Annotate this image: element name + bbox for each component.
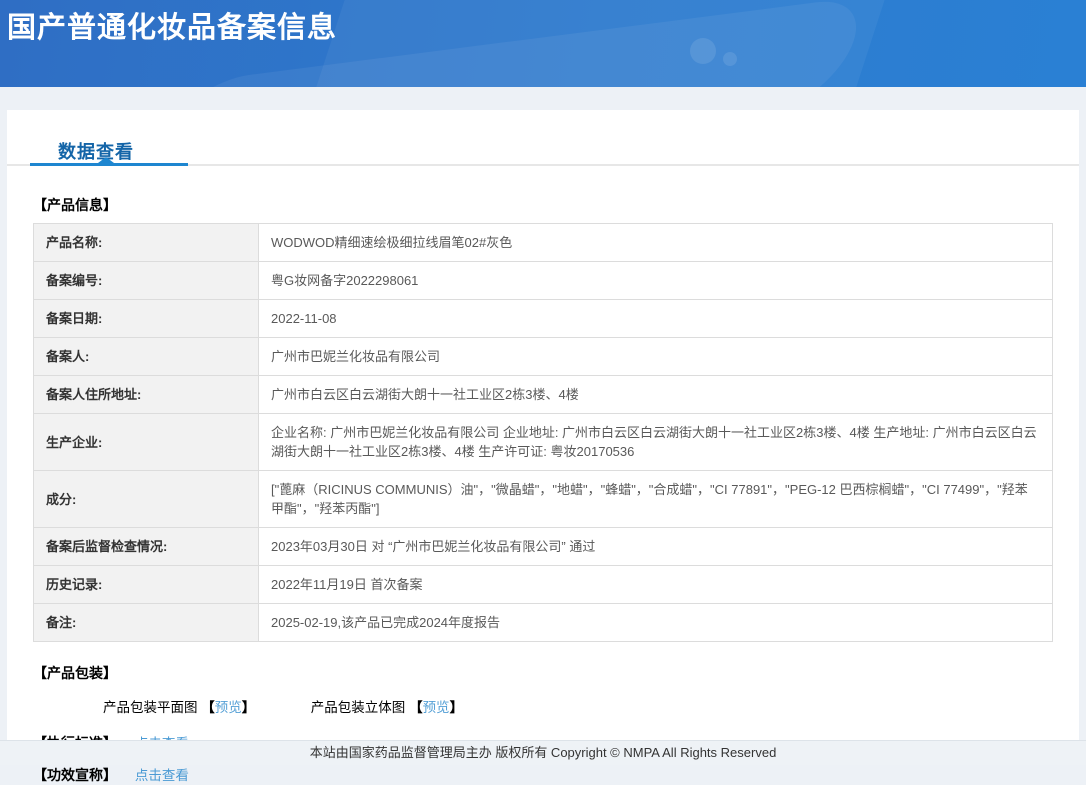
table-row: 备案后监督检查情况: 2023年03月30日 对 “广州市巴妮兰化妆品有限公司”… bbox=[33, 527, 1053, 566]
page-header: 国产普通化妆品备案信息 bbox=[0, 0, 1086, 87]
row-label-supervision-check: 备案后监督检查情况: bbox=[33, 527, 259, 566]
row-value-registrant: 广州市巴妮兰化妆品有限公司 bbox=[258, 337, 1053, 376]
package-preview-row: 产品包装平面图 【预览】 产品包装立体图 【预览】 bbox=[103, 696, 1053, 716]
row-label-ingredients: 成分: bbox=[33, 470, 259, 528]
row-value-registration-number: 粤G妆网备字2022298061 bbox=[258, 261, 1053, 300]
tab-data-view[interactable]: 数据查看 bbox=[58, 138, 134, 164]
table-row: 备案人: 广州市巴妮兰化妆品有限公司 bbox=[33, 337, 1053, 376]
efficacy-claim-row: 【功效宣称】 点击查看 bbox=[33, 764, 1053, 785]
table-row: 产品名称: WODWOD精细速绘极细拉线眉笔02#灰色 bbox=[33, 223, 1053, 262]
row-value-registrant-address: 广州市白云区白云湖街大朗十一社工业区2栋3楼、4楼 bbox=[258, 375, 1053, 414]
row-label-remark: 备注: bbox=[33, 603, 259, 642]
row-value-registration-date: 2022-11-08 bbox=[258, 299, 1053, 338]
table-row: 备案日期: 2022-11-08 bbox=[33, 299, 1053, 338]
row-value-history: 2022年11月19日 首次备案 bbox=[258, 565, 1053, 604]
row-label-registration-date: 备案日期: bbox=[33, 299, 259, 338]
row-value-supervision-check: 2023年03月30日 对 “广州市巴妮兰化妆品有限公司” 通过 bbox=[258, 527, 1053, 566]
row-value-product-name: WODWOD精细速绘极细拉线眉笔02#灰色 bbox=[258, 223, 1053, 262]
table-row: 历史记录: 2022年11月19日 首次备案 bbox=[33, 565, 1053, 604]
package-stereo-label: 产品包装立体图 bbox=[310, 700, 406, 715]
bracket-close: 】 bbox=[449, 700, 464, 715]
tab-bar: 数据查看 bbox=[7, 110, 1079, 166]
row-label-registration-number: 备案编号: bbox=[33, 261, 259, 300]
section-title-efficacy-claim: 【功效宣称】 bbox=[33, 767, 117, 783]
product-info-table: 产品名称: WODWOD精细速绘极细拉线眉笔02#灰色 备案编号: 粤G妆网备字… bbox=[33, 223, 1053, 642]
package-stereo-preview-link[interactable]: 预览 bbox=[423, 700, 450, 715]
section-title-product-info: 【产品信息】 bbox=[33, 197, 117, 213]
table-row: 备案编号: 粤G妆网备字2022298061 bbox=[33, 261, 1053, 300]
header-decoration-panel bbox=[308, 0, 892, 87]
row-label-history: 历史记录: bbox=[33, 565, 259, 604]
bracket-open: 【 bbox=[409, 700, 423, 715]
efficacy-claim-view-link[interactable]: 点击查看 bbox=[135, 768, 189, 783]
table-row: 生产企业: 企业名称: 广州市巴妮兰化妆品有限公司 企业地址: 广州市白云区白云… bbox=[33, 413, 1053, 471]
row-label-product-name: 产品名称: bbox=[33, 223, 259, 262]
row-label-registrant-address: 备案人住所地址: bbox=[33, 375, 259, 414]
header-decoration-circle bbox=[723, 52, 737, 66]
main-panel: 数据查看 【产品信息】 产品名称: WODWOD精细速绘极细拉线眉笔02#灰色 … bbox=[7, 110, 1079, 783]
tab-pointer-triangle bbox=[98, 157, 114, 163]
bracket-close: 】 bbox=[241, 700, 256, 715]
table-row: 备注: 2025-02-19,该产品已完成2024年度报告 bbox=[33, 603, 1053, 642]
row-value-remark: 2025-02-19,该产品已完成2024年度报告 bbox=[258, 603, 1053, 642]
row-label-manufacturer: 生产企业: bbox=[33, 413, 259, 471]
page-footer: 本站由国家药品监督管理局主办 版权所有 Copyright © NMPA All… bbox=[0, 740, 1086, 765]
row-value-ingredients: ["蓖麻（RICINUS COMMUNIS）油"，"微晶蜡"，"地蜡"，"蜂蜡"… bbox=[258, 470, 1053, 528]
bracket-open: 【 bbox=[201, 700, 215, 715]
section-title-product-package: 【产品包装】 bbox=[33, 665, 117, 681]
package-flat-label: 产品包装平面图 bbox=[103, 700, 198, 715]
table-row: 备案人住所地址: 广州市白云区白云湖街大朗十一社工业区2栋3楼、4楼 bbox=[33, 375, 1053, 414]
row-label-registrant: 备案人: bbox=[33, 337, 259, 376]
active-tab-underline bbox=[30, 157, 188, 166]
header-decoration-circle bbox=[690, 38, 716, 64]
row-value-manufacturer: 企业名称: 广州市巴妮兰化妆品有限公司 企业地址: 广州市白云区白云湖街大朗十一… bbox=[258, 413, 1053, 471]
page-title: 国产普通化妆品备案信息 bbox=[7, 12, 338, 44]
package-flat-preview-link[interactable]: 预览 bbox=[215, 700, 242, 715]
table-row: 成分: ["蓖麻（RICINUS COMMUNIS）油"，"微晶蜡"，"地蜡"，… bbox=[33, 470, 1053, 528]
